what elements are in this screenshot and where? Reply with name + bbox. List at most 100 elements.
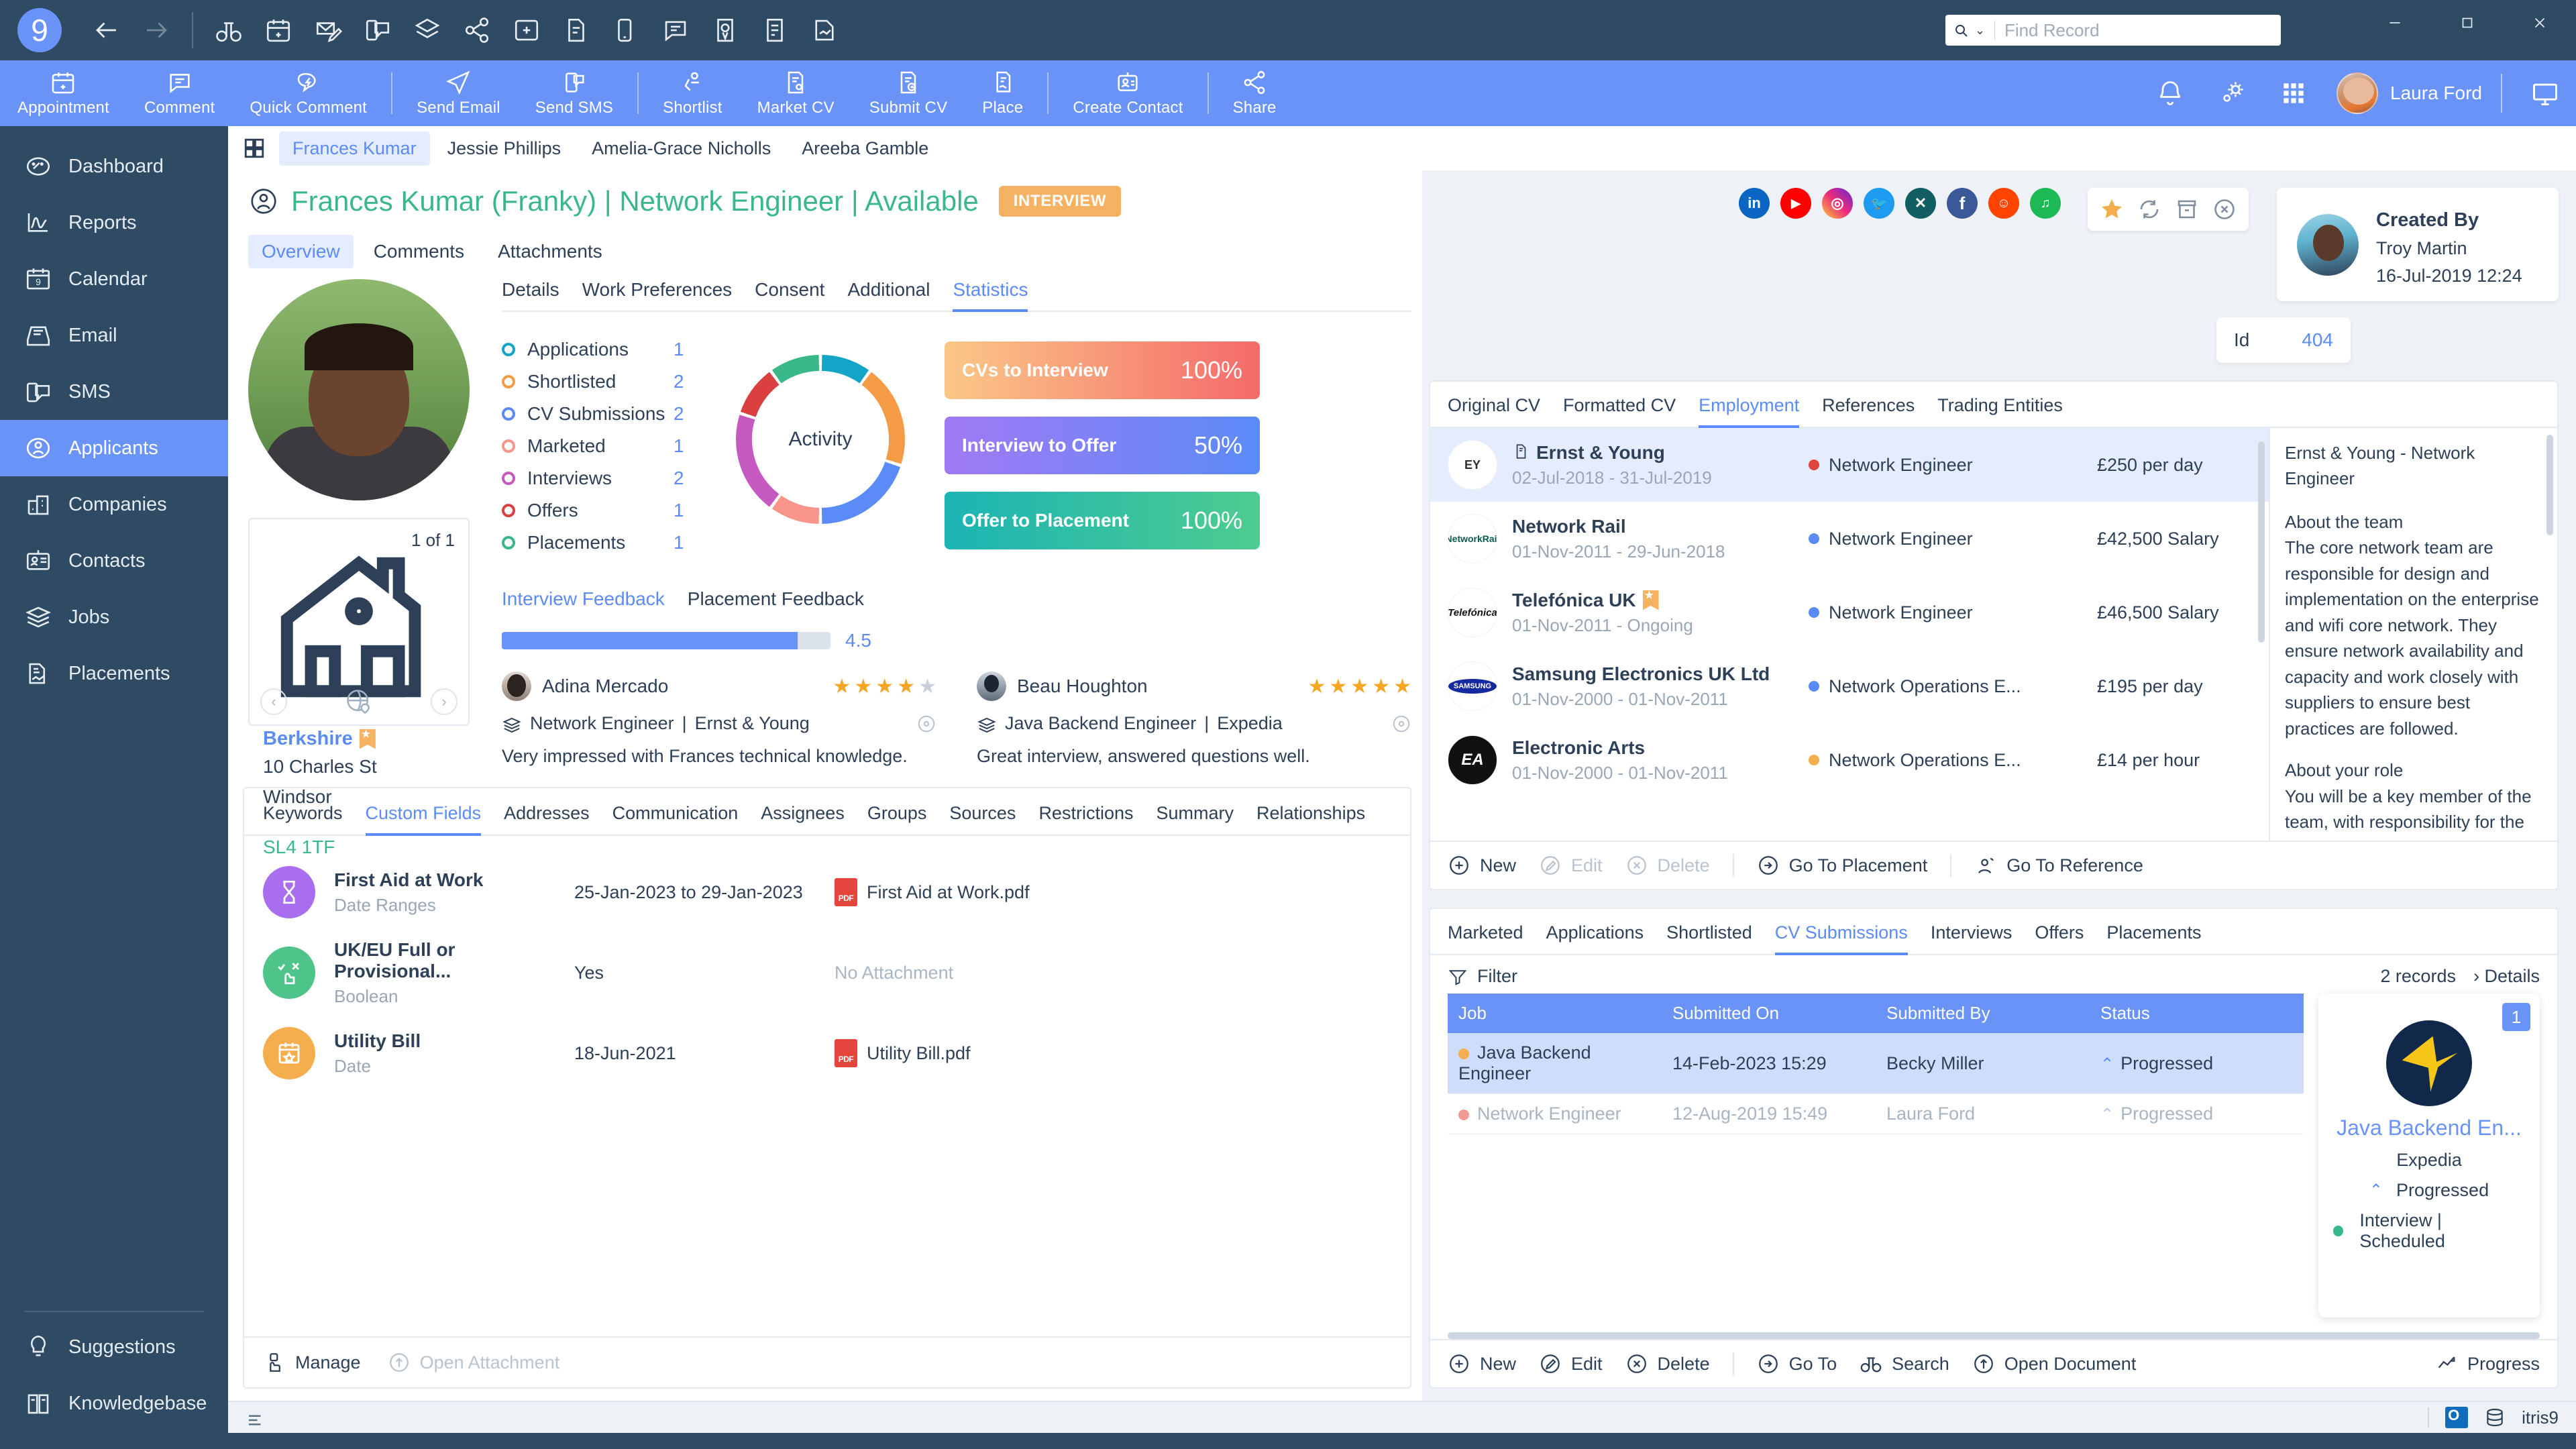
sidebar-item-jobs[interactable]: Jobs (0, 589, 228, 645)
custom-field-attachment[interactable]: PDF Utility Bill.pdf (835, 1039, 971, 1067)
ribbon-submit-cv[interactable]: Submit CV (852, 60, 965, 126)
tab-original-cv[interactable]: Original CV (1448, 395, 1540, 427)
address-prev-button[interactable]: ‹ (260, 688, 287, 715)
tab-overview[interactable]: Overview (248, 235, 354, 268)
column-status[interactable]: Status (2090, 994, 2304, 1033)
sidebar-item-applicants[interactable]: Applicants (0, 420, 228, 476)
open-attachment-button[interactable]: Open Attachment (388, 1351, 559, 1374)
tab-offers[interactable]: Offers (2035, 922, 2084, 954)
ribbon-shortlist[interactable]: Shortlist (645, 60, 740, 126)
ribbon-create-contact[interactable]: Create Contact (1055, 60, 1200, 126)
tab-work-preferences[interactable]: Work Preferences (582, 279, 733, 301)
sidebar-item-sms[interactable]: SMS (0, 364, 228, 420)
outlook-icon[interactable] (2445, 1407, 2469, 1428)
tab-consent[interactable]: Consent (755, 279, 824, 301)
email-compose-icon[interactable] (303, 5, 353, 55)
sidebar-item-placements[interactable]: Placements (0, 645, 228, 702)
ribbon-place[interactable]: Place (965, 60, 1040, 126)
tab-trading-entities[interactable]: Trading Entities (1937, 395, 2063, 427)
tab-shortlisted[interactable]: Shortlisted (1666, 922, 1752, 954)
search-button[interactable]: Search (1860, 1352, 1949, 1375)
sidebar-item-calendar[interactable]: 9 Calendar (0, 251, 228, 307)
record-tab-frances-kumar[interactable]: Frances Kumar (279, 131, 430, 166)
tab-sources[interactable]: Sources (949, 803, 1016, 835)
screen-icon[interactable] (2514, 60, 2576, 126)
column-submitted-by[interactable]: Submitted By (1876, 994, 2090, 1033)
tab-details[interactable]: Details (502, 279, 559, 301)
address-next-button[interactable]: › (431, 688, 458, 715)
details-toggle[interactable]: › Details (2473, 966, 2540, 987)
facebook-icon[interactable]: f (1947, 188, 1978, 219)
table-row[interactable]: Java Backend Engineer 14-Feb-2023 15:29 … (1448, 1033, 2304, 1094)
employment-row[interactable]: EA Electronic Arts 01-Nov-2000 - 01-Nov-… (1430, 723, 2269, 797)
employment-row[interactable]: EY Ernst & Young 02-Jul-2018 - 31-Jul-20… (1430, 428, 2269, 502)
tab-additional[interactable]: Additional (847, 279, 930, 301)
tab-groups[interactable]: Groups (867, 803, 927, 835)
archive-icon[interactable] (2175, 197, 2199, 221)
sidebar-item-companies[interactable]: Companies (0, 476, 228, 533)
go-to-button[interactable]: Go To (1757, 1352, 1837, 1375)
close-button[interactable] (2504, 0, 2576, 46)
settings-icon[interactable] (2201, 60, 2263, 126)
employment-row[interactable]: NetworkRail Network Rail 01-Nov-2011 - 2… (1430, 502, 2269, 576)
tab-interviews[interactable]: Interviews (1931, 922, 2012, 954)
new-button[interactable]: New (1448, 1352, 1516, 1375)
submissions-horizontal-scrollbar[interactable] (1448, 1332, 2540, 1339)
sidebar-item-reports[interactable]: Reports (0, 195, 228, 251)
ribbon-market-cv[interactable]: Market CV (740, 60, 852, 126)
description-scrollbar[interactable] (2546, 435, 2553, 535)
employment-row[interactable]: Telefónica Telefónica UK 01-Nov-2011 - O… (1430, 576, 2269, 649)
ribbon-appointment[interactable]: Appointment (0, 60, 127, 126)
record-tab-areeba-gamble[interactable]: Areeba Gamble (788, 131, 942, 166)
tab-interview-feedback[interactable]: Interview Feedback (502, 588, 665, 610)
column-submitted-on[interactable]: Submitted On (1662, 994, 1876, 1033)
find-record-search[interactable]: ⌄ (1945, 15, 2281, 46)
sidebar-item-contacts[interactable]: Contacts (0, 533, 228, 589)
tab-statistics[interactable]: Statistics (953, 279, 1028, 312)
tab-addresses[interactable]: Addresses (504, 803, 590, 835)
restore-button[interactable] (2431, 0, 2504, 46)
comment-icon[interactable] (651, 5, 700, 55)
market-cv-icon[interactable] (700, 5, 750, 55)
calendar-add-icon[interactable] (254, 5, 303, 55)
share-nodes-icon[interactable] (452, 5, 502, 55)
current-user[interactable]: Laura Ford (2324, 72, 2489, 114)
xing-icon[interactable]: ✕ (1905, 188, 1936, 219)
edit-button[interactable]: Edit (1539, 854, 1603, 877)
placement-icon[interactable] (800, 5, 849, 55)
delete-button[interactable]: Delete (1625, 1352, 1710, 1375)
tab-cv-submissions[interactable]: CV Submissions (1774, 922, 1908, 955)
instagram-icon[interactable]: ◎ (1822, 188, 1853, 219)
tab-assignees[interactable]: Assignees (761, 803, 845, 835)
add-record-icon[interactable] (502, 5, 551, 55)
close-icon[interactable] (2212, 197, 2237, 221)
tab-placement-feedback[interactable]: Placement Feedback (688, 588, 864, 610)
youtube-icon[interactable]: ▶ (1780, 188, 1811, 219)
column-job[interactable]: Job (1448, 994, 1662, 1033)
eye-icon[interactable] (1391, 714, 1411, 734)
tab-attachments[interactable]: Attachments (484, 235, 616, 268)
custom-field-row[interactable]: Utility Bill Date 18-Jun-2021 PDF Utilit… (263, 1013, 1391, 1093)
manage-button[interactable]: Manage (263, 1351, 361, 1374)
go-to-reference-button[interactable]: Go To Reference (1974, 854, 2143, 877)
ribbon-quick-comment[interactable]: Quick Comment (232, 60, 384, 126)
address-city[interactable]: Berkshire (263, 728, 455, 750)
minimize-button[interactable] (2359, 0, 2431, 46)
tab-formatted-cv[interactable]: Formatted CV (1563, 395, 1676, 427)
progress-button[interactable]: Progress (2435, 1352, 2540, 1375)
edit-button[interactable]: Edit (1539, 1352, 1603, 1375)
chevron-down-icon[interactable]: ⌄ (1975, 23, 1985, 38)
search-input[interactable] (2004, 19, 2273, 41)
jobs-stack-icon[interactable] (402, 5, 452, 55)
phone-call-icon[interactable] (601, 5, 651, 55)
binoculars-icon[interactable] (204, 5, 254, 55)
sms-icon[interactable] (353, 5, 402, 55)
sidebar-item-suggestions[interactable]: Suggestions (0, 1319, 228, 1375)
tab-comments[interactable]: Comments (360, 235, 478, 268)
forward-arrow-icon[interactable] (131, 5, 181, 55)
sidebar-item-knowledgebase[interactable]: Knowledgebase (0, 1375, 228, 1432)
reddit-icon[interactable]: ☺ (1988, 188, 2019, 219)
sidebar-item-dashboard[interactable]: Dashboard (0, 138, 228, 195)
custom-field-attachment[interactable]: PDF First Aid at Work.pdf (835, 878, 1030, 906)
employment-scrollbar[interactable] (2258, 441, 2265, 643)
